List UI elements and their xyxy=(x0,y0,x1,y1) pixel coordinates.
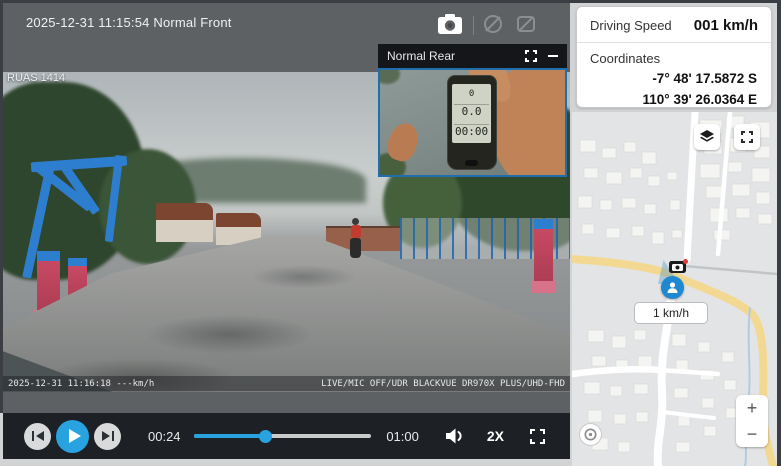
driver-icon xyxy=(665,280,680,295)
gps-value-bottom: 00:00 xyxy=(454,124,489,138)
seek-bar[interactable] xyxy=(194,434,372,438)
road-sign-overlay: RUAS 1414 xyxy=(7,72,65,84)
longitude-value: 110° 39' 26.0364 E xyxy=(577,90,771,108)
mapbox-logo[interactable] xyxy=(579,423,602,446)
map-panel[interactable]: 1 km/h + − xyxy=(572,112,777,466)
play-icon xyxy=(69,429,81,443)
fullscreen-icon[interactable] xyxy=(530,429,545,444)
pip-rear-window[interactable]: Normal Rear 0 0.0 00:00 xyxy=(378,44,567,177)
handheld-gps-device: 0 0.0 00:00 xyxy=(447,75,497,170)
seek-bar-thumb[interactable] xyxy=(259,430,272,443)
previous-clip-button[interactable] xyxy=(24,423,51,450)
gps-off-icon xyxy=(482,13,504,35)
gps-device-button xyxy=(465,160,477,166)
pip-minimize-icon[interactable] xyxy=(548,55,558,57)
pip-title: Normal Rear xyxy=(387,49,525,63)
marker-speed-label: 1 km/h xyxy=(634,302,708,324)
audio-off-icon xyxy=(515,13,537,35)
map-fullscreen-icon xyxy=(741,131,753,143)
coordinates-label: Coordinates xyxy=(577,43,771,69)
drive-info-panel: Driving Speed 001 km/h Coordinates -7° 4… xyxy=(576,6,772,108)
recording-dot xyxy=(683,259,688,264)
rear-video-frame[interactable]: 0 0.0 00:00 xyxy=(378,68,567,177)
layers-icon xyxy=(699,129,715,145)
house-scenery xyxy=(156,203,213,241)
motorcyclist xyxy=(348,218,364,264)
next-clip-button[interactable] xyxy=(94,423,121,450)
dashcam-stamp-overlay: 2025-12-31 11:16:18 ---km/h LIVE/MIC OFF… xyxy=(3,376,570,391)
latitude-value: -7° 48' 17.5872 S xyxy=(577,69,771,90)
snapshot-camera-icon[interactable] xyxy=(435,10,465,38)
pink-pillar xyxy=(534,219,553,293)
thumb-scenery xyxy=(384,119,422,164)
map-zoom-control: + − xyxy=(736,395,768,447)
gps-value-top: 0 xyxy=(469,89,474,99)
zoom-in-button[interactable]: + xyxy=(736,395,768,421)
dashcam-viewer-window: 2025-12-31 11:15:54 Normal Front xyxy=(0,0,781,466)
video-title: 2025-12-31 11:15:54 Normal Front xyxy=(26,15,232,30)
driving-speed-value: 001 km/h xyxy=(694,17,758,34)
player-spacer-strip xyxy=(3,392,570,413)
current-time: 00:24 xyxy=(148,429,181,444)
header-separator xyxy=(473,16,474,35)
gps-value-middle: 0.0 xyxy=(454,104,489,118)
stamp-timestamp: 2025-12-31 11:16:18 ---km/h xyxy=(8,379,154,389)
play-button[interactable] xyxy=(56,420,89,453)
map-layers-button[interactable] xyxy=(694,124,720,150)
zoom-out-button[interactable]: − xyxy=(736,421,768,447)
map-fullscreen-button[interactable] xyxy=(734,124,760,150)
seek-bar-fill xyxy=(194,434,265,438)
total-duration: 01:00 xyxy=(386,429,419,444)
camera-badge-icon xyxy=(672,263,683,271)
playback-control-bar: 00:24 01:00 2X xyxy=(3,413,570,459)
gps-screen: 0 0.0 00:00 xyxy=(452,84,491,143)
pip-header: Normal Rear xyxy=(378,44,567,68)
playback-speed-button[interactable]: 2X xyxy=(487,428,504,444)
pip-expand-icon[interactable] xyxy=(525,50,537,62)
vehicle-location-marker[interactable] xyxy=(661,276,684,299)
driving-speed-label: Driving Speed xyxy=(590,18,672,33)
dashcam-marker-badge[interactable] xyxy=(669,261,686,273)
window-border-right xyxy=(777,0,781,466)
stamp-model: LIVE/MIC OFF/UDR BLACKVUE DR970X PLUS/UH… xyxy=(321,379,565,389)
volume-icon[interactable] xyxy=(443,426,465,446)
foliage-scenery xyxy=(378,68,400,84)
